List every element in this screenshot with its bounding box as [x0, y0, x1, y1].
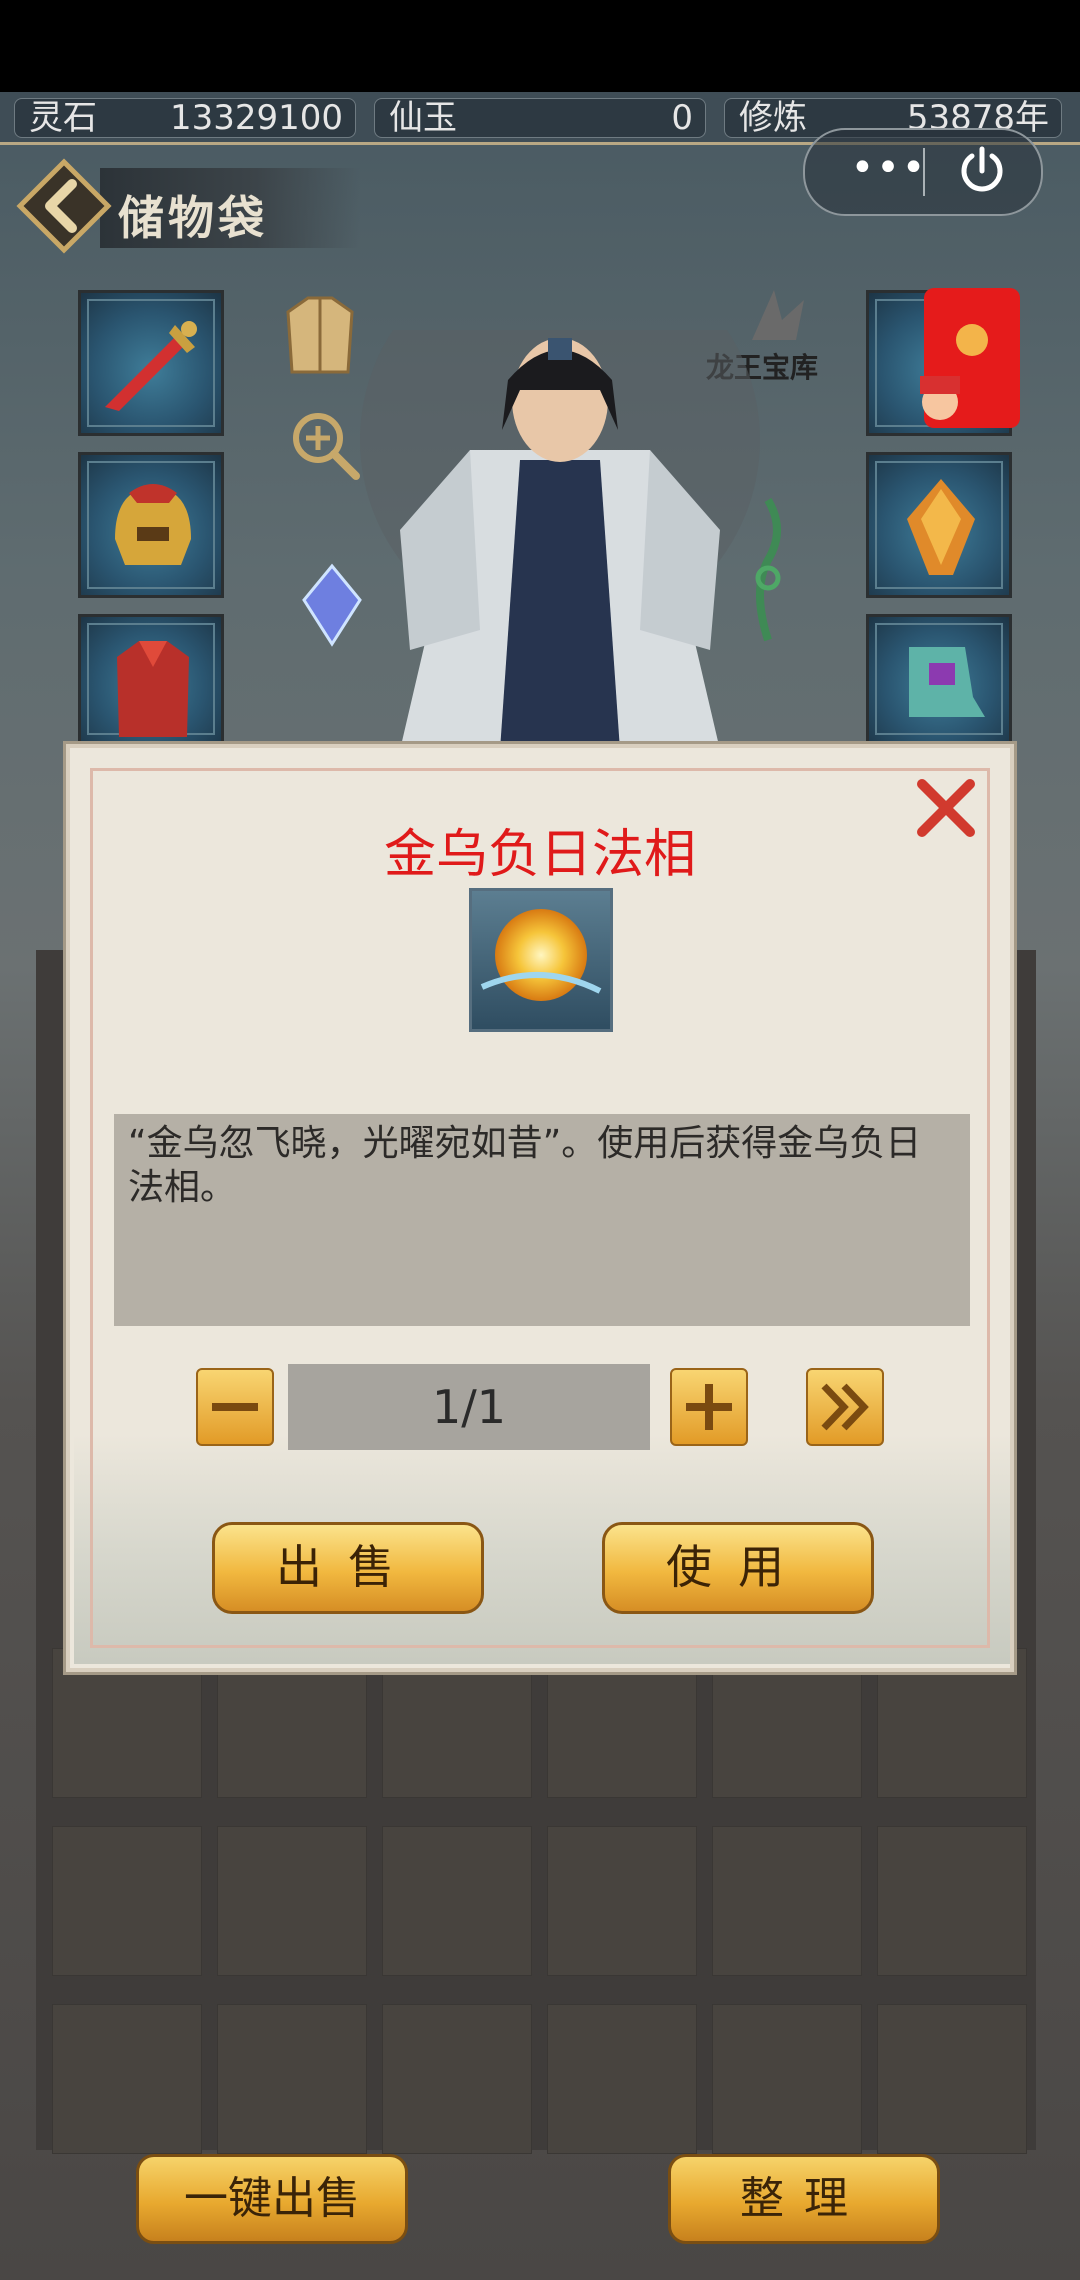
double-chevron-right-icon: [821, 1383, 869, 1431]
inventory-cell[interactable]: [877, 2004, 1027, 2154]
capsule-divider: [923, 148, 925, 196]
jade-counter: 仙玉 0: [374, 98, 706, 138]
quick-sell-button[interactable]: 一键出售: [136, 2154, 408, 2244]
jade-label: 仙玉: [389, 98, 457, 138]
back-button[interactable]: [16, 158, 112, 254]
inventory-cell[interactable]: [712, 2004, 862, 2154]
inventory-cell[interactable]: [52, 1826, 202, 1976]
inventory-cell[interactable]: [217, 2004, 367, 2154]
item-description-box: “金乌忽飞晓，光曜宛如昔”。使用后获得金乌负日法相。: [114, 1114, 970, 1326]
spirit-stone-label: 灵石: [29, 98, 97, 138]
equip-slot-armor[interactable]: [78, 614, 224, 744]
plus-icon: [686, 1384, 732, 1430]
quantity-field[interactable]: 1/1: [288, 1364, 650, 1450]
spirit-stone-value: 13329100: [169, 98, 343, 138]
use-button[interactable]: 使用: [602, 1522, 874, 1614]
equip-slot-boots[interactable]: [866, 614, 1012, 744]
sort-button[interactable]: 整理: [668, 2154, 940, 2244]
spirit-stone-counter: 灵石 13329100: [14, 98, 356, 138]
inventory-cell[interactable]: [712, 1826, 862, 1976]
status-bar: [0, 0, 1080, 92]
cultivation-label: 修炼: [739, 98, 807, 138]
equip-slot-helmet[interactable]: [78, 452, 224, 598]
item-description: “金乌忽飞晓，光曜宛如昔”。使用后获得金乌负日法相。: [128, 1123, 922, 1208]
equip-slot-weapon[interactable]: [78, 290, 224, 436]
item-detail-dialog: 金乌负日法相 “金乌忽飞晓，光曜宛如昔”。使用后获得金乌负日法相。 1/1 出售…: [66, 744, 1014, 1672]
item-icon: [469, 888, 613, 1032]
sell-button[interactable]: 出售: [212, 1522, 484, 1614]
golden-sun-icon: [480, 909, 602, 1001]
inventory-cell[interactable]: [217, 1826, 367, 1976]
boot-icon: [909, 647, 985, 717]
inventory-cell[interactable]: [547, 2004, 697, 2154]
power-icon[interactable]: [955, 144, 1009, 198]
item-name: 金乌负日法相: [383, 825, 696, 885]
inventory-cell[interactable]: [382, 1826, 532, 1976]
jade-value: 0: [671, 98, 693, 138]
pendant-icon: [907, 479, 975, 575]
inventory-cell[interactable]: [382, 2004, 532, 2154]
blade-icon: [105, 321, 197, 411]
minus-icon: [212, 1403, 258, 1411]
inventory-cell[interactable]: [547, 1826, 697, 1976]
mini-program-capsule: •••: [803, 128, 1043, 216]
max-quantity-button[interactable]: [806, 1368, 884, 1446]
red-envelope-icon[interactable]: [920, 284, 1024, 434]
increase-button[interactable]: [670, 1368, 748, 1446]
decrease-button[interactable]: [196, 1368, 274, 1446]
character-portrait: [360, 330, 760, 750]
armor-icon: [117, 641, 189, 737]
equip-slot-pendant[interactable]: [866, 452, 1012, 598]
inventory-cell[interactable]: [52, 2004, 202, 2154]
page-title: 储物袋: [118, 191, 268, 245]
inventory-cell[interactable]: [877, 1826, 1027, 1976]
more-menu-button[interactable]: •••: [833, 148, 945, 196]
helmet-icon: [115, 484, 191, 565]
